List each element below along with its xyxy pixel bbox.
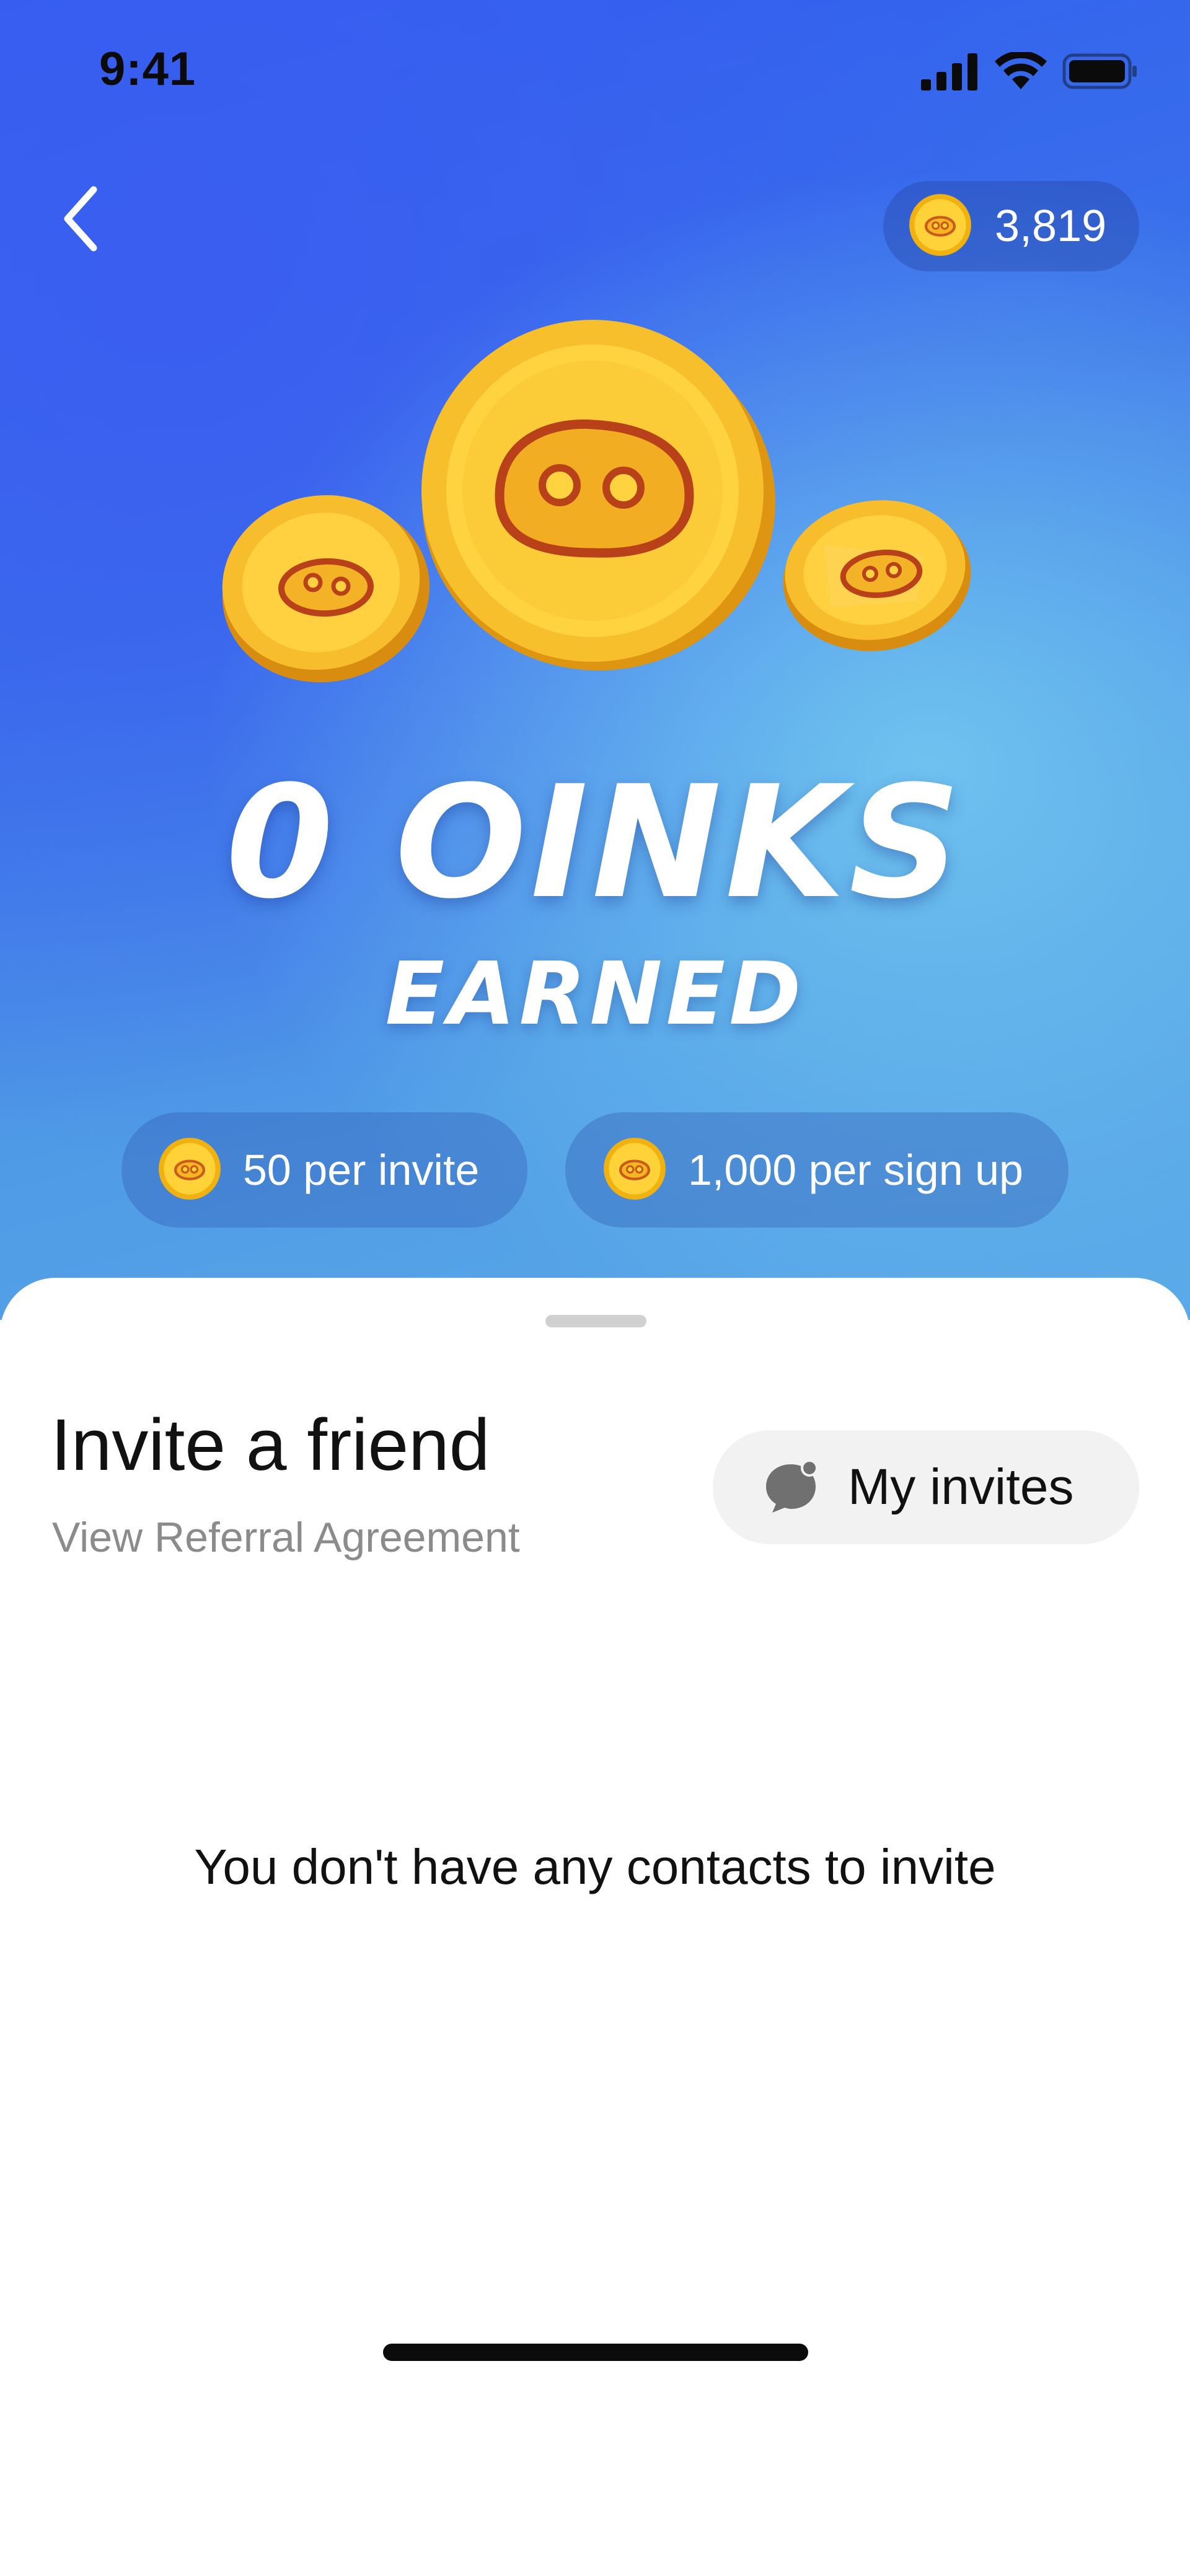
oink-coin-icon bbox=[157, 1136, 222, 1204]
coins-illustration bbox=[205, 310, 992, 706]
hero-section: 9:41 3,819 0 OINKS EARNED 50 per invite … bbox=[0, 0, 1190, 1320]
sheet-title: Invite a friend bbox=[51, 1404, 490, 1486]
status-time: 9:41 bbox=[99, 43, 196, 95]
oink-coin-icon bbox=[602, 1136, 667, 1204]
wifi-icon bbox=[994, 50, 1047, 94]
coin-balance-pill[interactable]: 3,819 bbox=[883, 181, 1139, 271]
coin-left-icon bbox=[222, 495, 430, 683]
status-icons bbox=[921, 50, 1139, 94]
oink-coin-icon bbox=[908, 193, 972, 260]
oinks-earned-count: 0 OINKS bbox=[226, 752, 964, 933]
battery-icon bbox=[1062, 52, 1139, 94]
coin-balance-value: 3,819 bbox=[995, 201, 1107, 251]
earned-label: EARNED bbox=[385, 944, 805, 1045]
cellular-signal-icon bbox=[921, 52, 979, 94]
reward-per-invite-badge: 50 per invite bbox=[121, 1112, 527, 1228]
reward-per-invite-label: 50 per invite bbox=[243, 1146, 480, 1194]
empty-contacts-message: You don't have any contacts to invite bbox=[194, 1839, 996, 1894]
home-indicator[interactable] bbox=[383, 2344, 808, 2361]
reward-per-signup-badge: 1,000 per sign up bbox=[565, 1112, 1069, 1228]
chat-bubble-icon bbox=[762, 1458, 822, 1517]
status-bar: 9:41 bbox=[0, 0, 1190, 149]
coin-right-icon bbox=[783, 500, 971, 651]
reward-per-signup-label: 1,000 per sign up bbox=[688, 1146, 1023, 1194]
my-invites-button[interactable]: My invites bbox=[713, 1430, 1139, 1544]
referral-agreement-link[interactable]: View Referral Agreement bbox=[52, 1513, 520, 1562]
chevron-left-icon bbox=[59, 185, 102, 256]
coin-center-icon bbox=[421, 320, 775, 670]
my-invites-label: My invites bbox=[848, 1459, 1074, 1515]
invite-sheet: Invite a friend View Referral Agreement … bbox=[0, 1278, 1190, 2576]
back-button[interactable] bbox=[43, 180, 118, 260]
sheet-drag-handle[interactable] bbox=[545, 1315, 646, 1327]
